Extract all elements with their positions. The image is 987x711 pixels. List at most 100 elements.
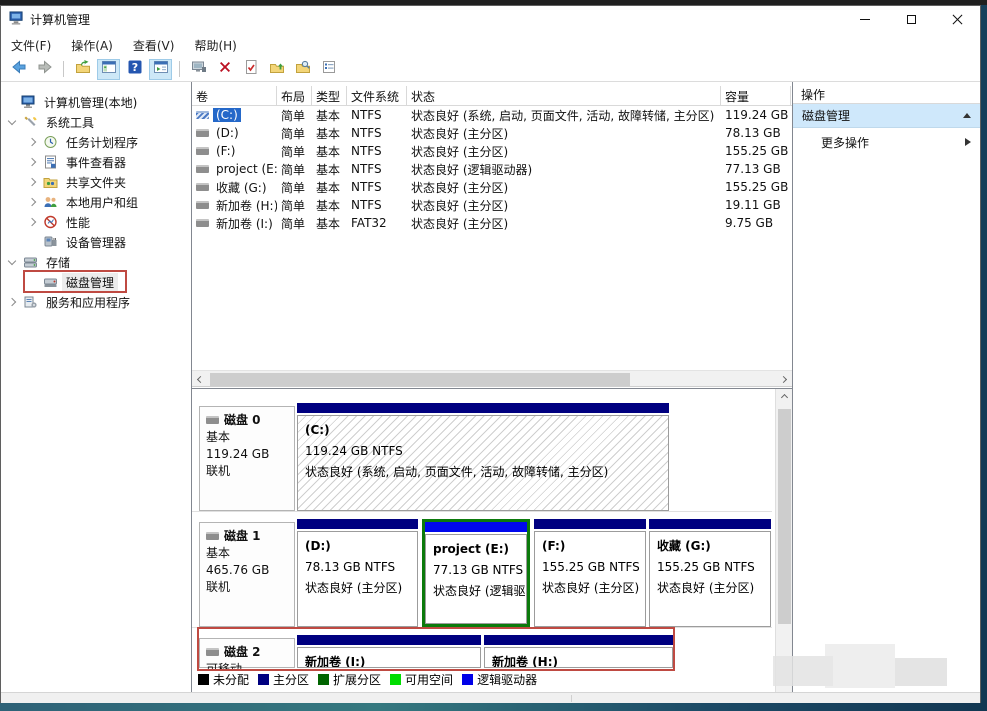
column-header[interactable]: 容量 xyxy=(721,86,791,105)
sidebar-item[interactable]: 存储 xyxy=(1,252,191,272)
chevron-right-icon[interactable] xyxy=(28,218,36,226)
volume-cell: NTFS xyxy=(347,144,407,158)
partition-block[interactable]: 新加卷 (H:) xyxy=(484,635,673,668)
minimize-button[interactable] xyxy=(842,6,888,33)
sidebar-item[interactable]: 计算机管理(本地) xyxy=(1,92,191,112)
chevron-right-icon[interactable] xyxy=(28,138,36,146)
partition-block[interactable]: 收藏 (G:)155.25 GB NTFS状态良好 (主分区) xyxy=(649,519,771,627)
sidebar-item[interactable]: 共享文件夹 xyxy=(1,172,191,192)
volume-icon xyxy=(196,129,209,137)
table-row[interactable]: 收藏 (G:)简单基本NTFS状态良好 (主分区)155.25 GB xyxy=(192,178,792,196)
disk-icon xyxy=(206,532,219,540)
sidebar-item[interactable]: 服务和应用程序 xyxy=(1,292,191,312)
partition-block[interactable]: (C:)119.24 GB NTFS状态良好 (系统, 启动, 页面文件, 活动… xyxy=(297,403,669,511)
chevron-down-icon[interactable] xyxy=(8,116,16,124)
scroll-left-arrow[interactable] xyxy=(192,371,209,388)
horizontal-scroll-thumb[interactable] xyxy=(210,373,630,386)
table-row[interactable]: 新加卷 (I:)简单基本FAT32状态良好 (主分区)9.75 GB xyxy=(192,214,792,232)
sidebar-item[interactable]: 事件查看器 xyxy=(1,152,191,172)
disk-name: 磁盘 2 xyxy=(206,643,294,661)
menu-item[interactable]: 帮助(H) xyxy=(194,37,236,54)
sidebar-item[interactable]: 设备管理器 xyxy=(1,232,191,252)
title-bar: 计算机管理 xyxy=(1,6,980,33)
sidebar-item[interactable]: 任务计划程序 xyxy=(1,132,191,152)
partition-block[interactable]: 新加卷 (I:) xyxy=(297,635,481,668)
chevron-right-icon[interactable] xyxy=(8,298,16,306)
more-actions-item[interactable]: 更多操作 xyxy=(793,128,980,156)
legend-item: 可用空间 xyxy=(390,671,453,688)
volume-name: (C:) xyxy=(213,108,241,122)
maximize-button[interactable] xyxy=(888,6,934,33)
volume-cell: NTFS xyxy=(347,198,407,212)
table-row[interactable]: (F:)简单基本NTFS状态良好 (主分区)155.25 GB xyxy=(192,142,792,160)
volume-name: project (E:) xyxy=(213,162,277,176)
show-console-tree-button[interactable] xyxy=(97,59,120,80)
show-action-pane-button[interactable] xyxy=(149,59,172,80)
volume-name: 新加卷 (H:) xyxy=(213,197,277,214)
collapse-icon[interactable] xyxy=(963,113,971,118)
svg-text:?: ? xyxy=(131,61,137,74)
scroll-up-arrow[interactable] xyxy=(776,389,792,406)
volume-icon xyxy=(196,165,209,173)
sidebar-item[interactable]: 性能 xyxy=(1,212,191,232)
scroll-right-arrow[interactable] xyxy=(775,371,792,388)
table-row[interactable]: (D:)简单基本NTFS状态良好 (主分区)78.13 GB xyxy=(192,124,792,142)
disk-management-view: 卷布局类型文件系统状态容量(C:)简单基本NTFS状态良好 (系统, 启动, 页… xyxy=(192,82,792,692)
sidebar-item[interactable]: 系统工具 xyxy=(1,112,191,132)
horizontal-scrollbar[interactable] xyxy=(192,370,792,387)
properties-icon xyxy=(243,59,259,79)
column-header[interactable]: 类型 xyxy=(312,86,347,105)
chevron-right-icon[interactable] xyxy=(28,198,36,206)
table-row[interactable]: (C:)简单基本NTFS状态良好 (系统, 启动, 页面文件, 活动, 故障转储… xyxy=(192,106,792,124)
help-button[interactable]: ? xyxy=(123,59,146,80)
menu-item[interactable]: 操作(A) xyxy=(71,37,113,54)
disk-info-box[interactable]: 磁盘 1基本465.76 GB联机 xyxy=(199,522,295,627)
sidebar-item-label: 性能 xyxy=(62,213,94,232)
volume-icon xyxy=(196,201,209,209)
column-header[interactable]: 文件系统 xyxy=(347,86,407,105)
chevron-down-icon[interactable] xyxy=(8,256,16,264)
volume-name: 收藏 (G:) xyxy=(213,179,270,196)
chevron-right-icon[interactable] xyxy=(28,158,36,166)
disk-detail: 465.76 GB xyxy=(206,562,294,579)
table-row[interactable]: project (E:)简单基本NTFS状态良好 (逻辑驱动器)77.13 GB xyxy=(192,160,792,178)
explore-button[interactable] xyxy=(291,59,314,80)
column-header[interactable]: 卷 xyxy=(192,86,277,105)
actions-disk-management-section[interactable]: 磁盘管理 xyxy=(793,104,980,128)
delete-button[interactable] xyxy=(213,59,236,80)
partition-block[interactable]: (D:)78.13 GB NTFS状态良好 (主分区) xyxy=(297,519,418,627)
column-header[interactable]: 状态 xyxy=(407,86,721,105)
close-button[interactable] xyxy=(934,6,980,33)
table-row[interactable]: 新加卷 (H:)简单基本NTFS状态良好 (主分区)19.11 GB xyxy=(192,196,792,214)
vertical-scrollbar[interactable] xyxy=(775,389,792,692)
forward-button[interactable] xyxy=(33,59,56,80)
back-button[interactable] xyxy=(7,59,30,80)
legend-label: 扩展分区 xyxy=(333,671,381,688)
up-level-button[interactable] xyxy=(71,59,94,80)
disk-info-box[interactable]: 磁盘 0基本119.24 GB联机 xyxy=(199,406,295,511)
menu-item[interactable]: 查看(V) xyxy=(133,37,175,54)
chevron-right-icon[interactable] xyxy=(28,178,36,186)
partition-block[interactable]: project (E:)77.13 GB NTFS状态良好 (逻辑驱动器) xyxy=(422,519,530,627)
tasks-button[interactable] xyxy=(317,59,340,80)
partition-block[interactable]: (F:)155.25 GB NTFS状态良好 (主分区) xyxy=(534,519,646,627)
sidebar-item[interactable]: 磁盘管理 xyxy=(1,272,191,292)
computer-button[interactable] xyxy=(187,59,210,80)
properties-button[interactable] xyxy=(239,59,262,80)
disk-detail: 119.24 GB xyxy=(206,446,294,463)
show-console-tree-icon xyxy=(101,59,117,79)
task-scheduler-icon xyxy=(43,135,58,149)
open-folder-button[interactable] xyxy=(265,59,288,80)
vertical-scroll-thumb[interactable] xyxy=(778,409,791,624)
menu-item[interactable]: 文件(F) xyxy=(11,37,51,54)
partition-box: project (E:)77.13 GB NTFS状态良好 (逻辑驱动器) xyxy=(425,534,527,624)
volume-cell: 基本 xyxy=(312,179,347,196)
disk-info-box[interactable]: 磁盘 2可移动 xyxy=(199,638,295,668)
partition-label: (F:) xyxy=(542,536,645,557)
column-header[interactable]: 布局 xyxy=(277,86,312,105)
volume-icon xyxy=(196,147,209,155)
volume-name-cell: (C:) xyxy=(192,108,277,122)
sidebar-item[interactable]: 本地用户和组 xyxy=(1,192,191,212)
open-folder-icon xyxy=(269,59,285,79)
partition-box: (D:)78.13 GB NTFS状态良好 (主分区) xyxy=(297,531,418,627)
